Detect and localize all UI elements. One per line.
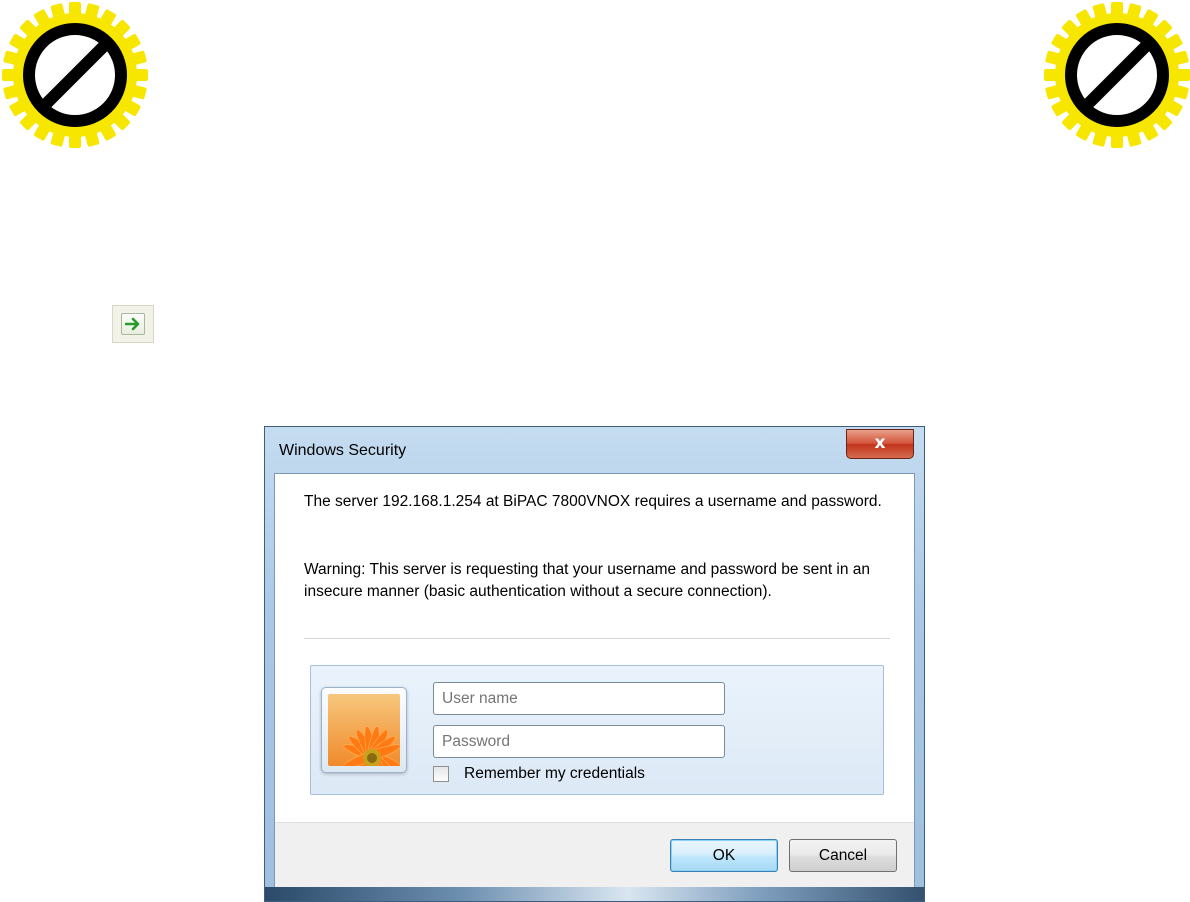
credential-tile: Remember my credentials	[310, 665, 884, 795]
no-entry-badge-left	[0, 0, 150, 150]
go-button[interactable]	[112, 305, 154, 343]
no-entry-sign-icon	[0, 0, 150, 150]
cancel-button[interactable]: Cancel	[789, 839, 897, 872]
username-field[interactable]	[433, 682, 725, 715]
dialog-content: The server 192.168.1.254 at BiPAC 7800VN…	[274, 473, 915, 889]
remember-label: Remember my credentials	[464, 765, 645, 782]
dialog-title: Windows Security	[279, 442, 407, 459]
go-arrow-icon	[125, 317, 140, 331]
window-frame-bottom	[265, 887, 924, 901]
user-picture-flower-icon	[328, 694, 400, 766]
no-entry-sign-icon	[1042, 0, 1190, 150]
close-icon: x	[874, 433, 886, 453]
ok-button[interactable]: OK	[670, 839, 778, 872]
no-entry-badge-right	[1042, 0, 1190, 150]
remember-checkbox[interactable]	[433, 766, 449, 782]
server-message: The server 192.168.1.254 at BiPAC 7800VN…	[304, 493, 882, 510]
user-avatar	[321, 687, 407, 773]
dialog-footer: OK Cancel	[275, 822, 914, 889]
close-button[interactable]: x	[846, 429, 914, 459]
go-button-face[interactable]	[121, 313, 145, 335]
security-warning: Warning: This server is requesting that …	[304, 561, 871, 600]
password-field[interactable]	[433, 725, 725, 758]
windows-security-dialog: Windows Security x The server 192.168.1.…	[264, 426, 925, 902]
divider	[304, 638, 890, 639]
